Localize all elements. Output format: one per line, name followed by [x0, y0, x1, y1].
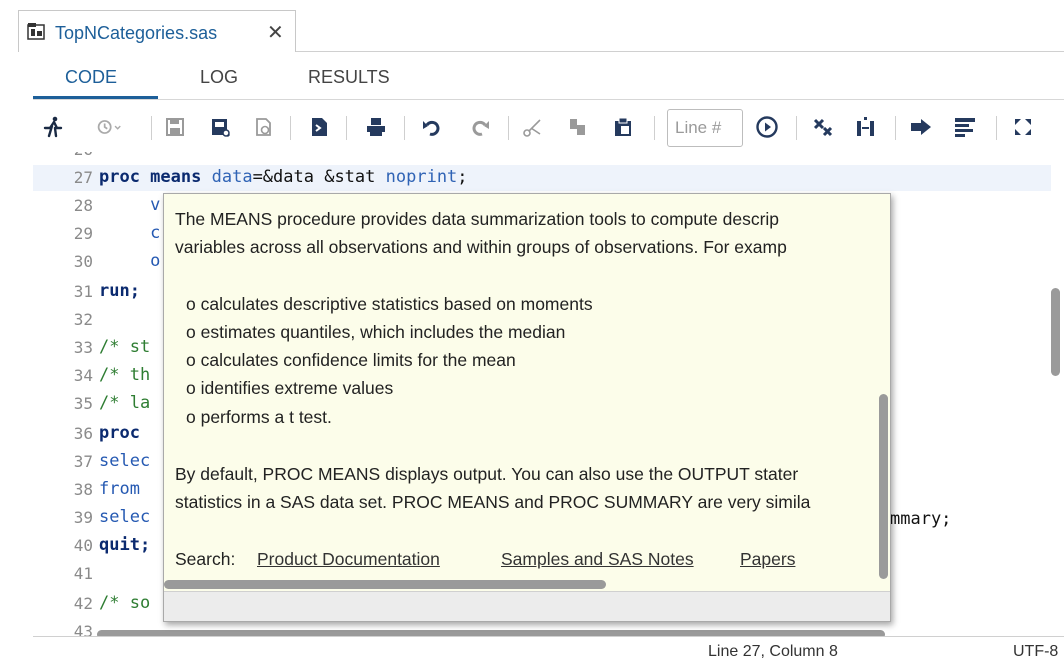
code-line-27: proc means data=&data &stat noprint; [99, 167, 468, 187]
save-as-icon[interactable] [207, 114, 233, 140]
product-documentation-link[interactable]: Product Documentation [257, 549, 440, 570]
code-line: o [99, 251, 161, 271]
view-tabs: CODE LOG RESULTS [0, 55, 1064, 100]
code-line: /* th [99, 365, 151, 385]
tooltip-bullet: o calculates confidence limits for the m… [186, 350, 516, 370]
sas-program-icon [27, 22, 47, 40]
code-line-tail: mmary; [890, 509, 952, 529]
code-line: proc [99, 423, 140, 443]
file-tab[interactable]: TopNCategories.sas ✕ [18, 10, 296, 52]
tooltip-bullet: o performs a t test. [186, 407, 332, 427]
editor-toolbar [0, 100, 1064, 152]
code-line: /* la [99, 393, 151, 413]
papers-link[interactable]: Papers [740, 549, 795, 570]
line-number: 35 [73, 394, 93, 413]
file-encoding: UTF-8 [1013, 643, 1059, 660]
toolbar-separator [796, 116, 797, 140]
line-number: 33 [73, 338, 93, 357]
line-number: 29 [73, 224, 93, 243]
samples-and-notes-link[interactable]: Samples and SAS Notes [501, 549, 694, 570]
tooltip-line: By default, PROC MEANS displays output. … [175, 464, 799, 484]
line-number: 32 [73, 310, 93, 329]
tooltip-footer [164, 591, 890, 621]
undo-icon[interactable] [419, 114, 445, 140]
go-icon[interactable] [754, 114, 780, 140]
paste-icon[interactable] [610, 114, 636, 140]
tooltip-bullet: o identifies extreme values [186, 378, 394, 398]
line-number: 41 [73, 564, 93, 583]
save-icon[interactable] [162, 114, 188, 140]
tab-code[interactable]: CODE [65, 67, 117, 88]
line-number: 40 [73, 536, 93, 555]
toolbar-separator [404, 116, 405, 140]
redo-icon[interactable] [467, 114, 493, 140]
close-icon[interactable]: ✕ [267, 20, 284, 45]
line-number: 27 [73, 168, 93, 187]
cut-icon[interactable] [520, 114, 546, 140]
print-icon[interactable] [363, 114, 389, 140]
code-line: /* st [99, 337, 151, 357]
run-icon[interactable] [40, 114, 66, 140]
code-line: c [99, 223, 161, 243]
tab-divider [296, 51, 1064, 52]
download-icon[interactable] [250, 114, 276, 140]
editor-vertical-scrollbar[interactable] [1051, 288, 1060, 376]
toolbar-separator [895, 116, 896, 140]
status-bar: Line 27, Column 8 UTF-8 [33, 636, 1064, 666]
line-number: 42 [73, 594, 93, 613]
toolbar-separator [996, 116, 997, 140]
tooltip-bullet: o calculates descriptive statistics base… [186, 294, 593, 314]
tooltip-line: statistics in a SAS data set. PROC MEANS… [175, 492, 811, 512]
line-number: 28 [73, 196, 93, 215]
format-code-icon[interactable] [306, 114, 332, 140]
split-icon[interactable] [853, 114, 879, 140]
cursor-position: Line 27, Column 8 [708, 643, 838, 660]
tooltip-bullet: o estimates quantiles, which includes th… [186, 322, 566, 342]
file-tab-name: TopNCategories.sas [55, 23, 218, 43]
line-number: 31 [73, 282, 93, 301]
line-number: 37 [73, 452, 93, 471]
history-icon[interactable] [96, 114, 122, 140]
toolbar-separator [346, 116, 347, 140]
tooltip-line: variables across all observations and wi… [175, 237, 787, 257]
outline-icon[interactable] [952, 114, 978, 140]
line-number: 26 [33, 152, 93, 159]
search-label: Search: [175, 549, 236, 569]
tooltip-line: The MEANS procedure provides data summar… [175, 209, 780, 229]
code-line: quit; [99, 535, 151, 555]
line-number: 36 [73, 424, 93, 443]
code-line: selec [99, 507, 151, 527]
toolbar-separator [508, 116, 509, 140]
toolbar-separator [290, 116, 291, 140]
code-line: from [99, 479, 140, 499]
submit-icon[interactable] [908, 114, 934, 140]
tooltip-horizontal-scrollbar[interactable] [164, 580, 606, 589]
line-number-input[interactable] [667, 109, 743, 147]
code-line: v [99, 195, 161, 215]
code-line: selec [99, 451, 151, 471]
copy-icon[interactable] [565, 114, 591, 140]
tab-results[interactable]: RESULTS [308, 67, 390, 88]
tab-log[interactable]: LOG [200, 67, 238, 88]
code-line: /* so [99, 593, 151, 613]
toolbar-separator [151, 116, 152, 140]
line-number: 38 [73, 480, 93, 499]
line-number: 43 [73, 622, 93, 636]
tooltip-vertical-scrollbar[interactable] [879, 394, 888, 579]
code-line: run; [99, 281, 140, 301]
line-number: 34 [73, 366, 93, 385]
toolbar-separator [654, 116, 655, 140]
line-number: 39 [73, 508, 93, 527]
line-number: 30 [73, 252, 93, 271]
maximize-icon[interactable] [1010, 114, 1036, 140]
clear-icon[interactable] [810, 114, 836, 140]
file-tab-bar: TopNCategories.sas ✕ [0, 0, 1064, 55]
proc-means-help-tooltip: The MEANS procedure provides data summar… [163, 193, 891, 622]
